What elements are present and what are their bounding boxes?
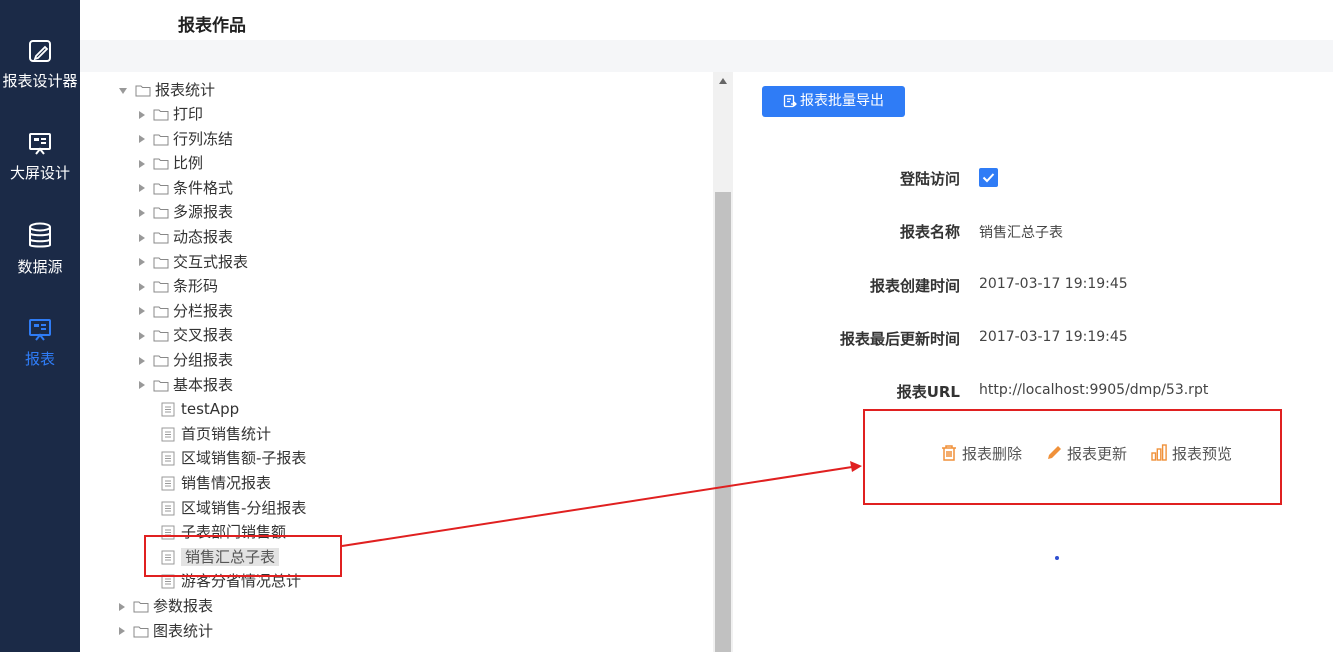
annotation-arrow <box>341 461 862 547</box>
